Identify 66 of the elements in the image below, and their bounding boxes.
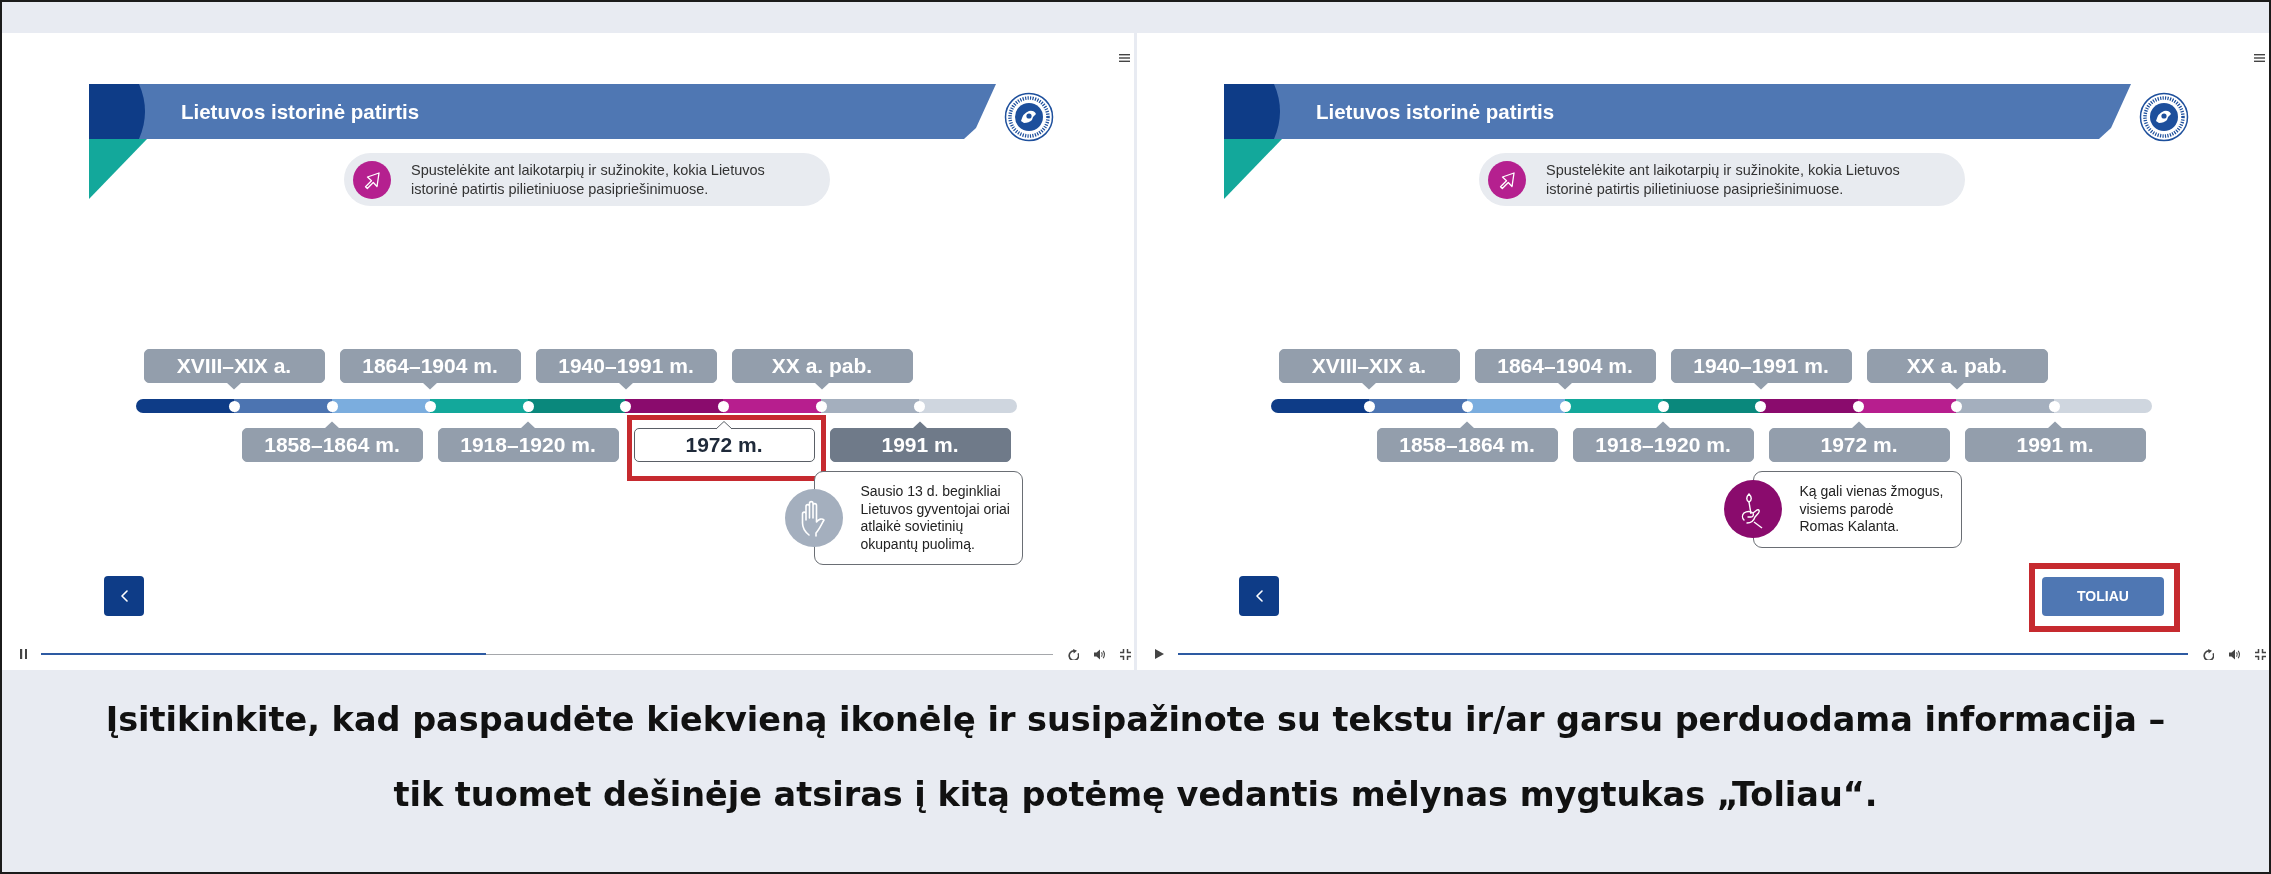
menu-icon[interactable] bbox=[1119, 54, 1130, 62]
instruction-text: Spustelėkite ant laikotarpių ir sužinokite, kokia Lietuvos istorinė patirtis pilietiniuose pasipriešinimuose. bbox=[1546, 160, 1901, 199]
instruction-text: Spustelėkite ant laikotarpių ir sužinokite, kokia Lietuvos istorinė patirtis pilietiniuose pasipriešinimuose. bbox=[411, 160, 766, 199]
period-label[interactable]: 1991 m. bbox=[1964, 428, 2146, 462]
back-button[interactable] bbox=[104, 576, 144, 616]
pointer-tip-icon bbox=[618, 382, 634, 390]
period-label[interactable]: 1858–1864 m. bbox=[1376, 428, 1558, 462]
slide-title: Lietuvos istorinė patirtis bbox=[181, 99, 420, 124]
pointer-tip-icon bbox=[1949, 382, 1965, 390]
pause-icon[interactable] bbox=[20, 649, 28, 659]
period-label[interactable]: 1864–1904 m. bbox=[339, 349, 521, 383]
period-label[interactable]: 1864–1904 m. bbox=[1474, 349, 1656, 383]
caption-text: Įsitikinkite, kad paspaudėte kiekvieną ikonėlę ir susipažinote su tekstu ir/ar garsu perduodama informacija – tik tuomet dešinėje atsiras į kitą potėmę vedantis mėlynas mygtukas „Toliau“. bbox=[105, 699, 2166, 816]
emblem-logo bbox=[2139, 92, 2189, 142]
timeline-dot[interactable] bbox=[424, 400, 436, 412]
timeline-dot[interactable] bbox=[326, 400, 338, 412]
period-label[interactable]: 1991 m. bbox=[829, 428, 1011, 462]
timeline-dot[interactable] bbox=[228, 400, 240, 412]
timeline-dot[interactable] bbox=[1657, 400, 1669, 412]
period-label[interactable]: XVIII–XIX a. bbox=[1278, 349, 1460, 383]
pointer-tip-icon bbox=[520, 421, 536, 429]
emblem-logo bbox=[1004, 92, 1054, 142]
volume-icon[interactable] bbox=[1094, 648, 1105, 660]
period-label[interactable]: 1918–1920 m. bbox=[437, 428, 619, 462]
period-label[interactable]: XVIII–XIX a. bbox=[143, 349, 325, 383]
exit-fullscreen-icon[interactable] bbox=[1120, 648, 1131, 660]
period-label[interactable]: XX a. pab. bbox=[1866, 349, 2048, 383]
arrow-cursor-icon bbox=[353, 160, 391, 199]
pointer-tip-icon bbox=[1557, 382, 1573, 390]
callout-text: Ką gali vienas žmogus, visiems parodė Romas Kalanta. bbox=[1799, 483, 1945, 536]
period-label[interactable]: 1858–1864 m. bbox=[241, 428, 423, 462]
chevron-left-icon bbox=[119, 590, 129, 602]
pointer-tip-icon bbox=[1459, 421, 1475, 429]
timeline-dot[interactable] bbox=[1461, 400, 1473, 412]
back-button[interactable] bbox=[1239, 576, 1279, 616]
pointer-tip-icon bbox=[422, 382, 438, 390]
pointer-tip-icon bbox=[912, 421, 928, 429]
period-label[interactable]: 1972 m. bbox=[1768, 428, 1950, 462]
pointer-tip-icon bbox=[226, 382, 242, 390]
period-label[interactable]: 1940–1991 m. bbox=[1670, 349, 1852, 383]
pointer-tip-icon bbox=[1851, 421, 1867, 429]
pointer-tip-icon bbox=[1753, 382, 1769, 390]
timeline-dot[interactable] bbox=[1363, 400, 1375, 412]
timeline-dot[interactable] bbox=[1559, 400, 1571, 412]
period-label[interactable]: 1918–1920 m. bbox=[1572, 428, 1754, 462]
chevron-left-icon bbox=[1254, 590, 1264, 602]
period-label[interactable]: XX a. pab. bbox=[731, 349, 913, 383]
exit-fullscreen-icon[interactable] bbox=[2255, 648, 2266, 660]
replay-icon[interactable] bbox=[2203, 648, 2214, 660]
period-label[interactable]: 1972 m. bbox=[633, 428, 815, 462]
pointer-tip-icon bbox=[814, 382, 830, 390]
callout-text: Sausio 13 d. beginkliai Lietuvos gyventojai oriai atlaikė sovietinių okupantų puolimą. bbox=[860, 483, 1011, 553]
next-button[interactable]: TOLIAU bbox=[2042, 576, 2164, 616]
menu-icon[interactable] bbox=[2254, 54, 2265, 62]
slide-title: Lietuvos istorinė patirtis bbox=[1316, 99, 1555, 124]
play-icon[interactable] bbox=[1155, 649, 1164, 659]
replay-icon[interactable] bbox=[1068, 648, 1079, 660]
pointer-tip-icon bbox=[2047, 421, 2063, 429]
pointer-tip-icon bbox=[324, 421, 340, 429]
arrow-cursor-icon bbox=[1488, 160, 1526, 199]
pointer-tip-icon bbox=[1655, 421, 1671, 429]
timeline-dot[interactable] bbox=[522, 400, 534, 412]
period-label[interactable]: 1940–1991 m. bbox=[535, 349, 717, 383]
pointer-tip-icon bbox=[716, 421, 732, 429]
volume-icon[interactable] bbox=[2229, 648, 2240, 660]
pointer-tip-icon bbox=[1361, 382, 1377, 390]
